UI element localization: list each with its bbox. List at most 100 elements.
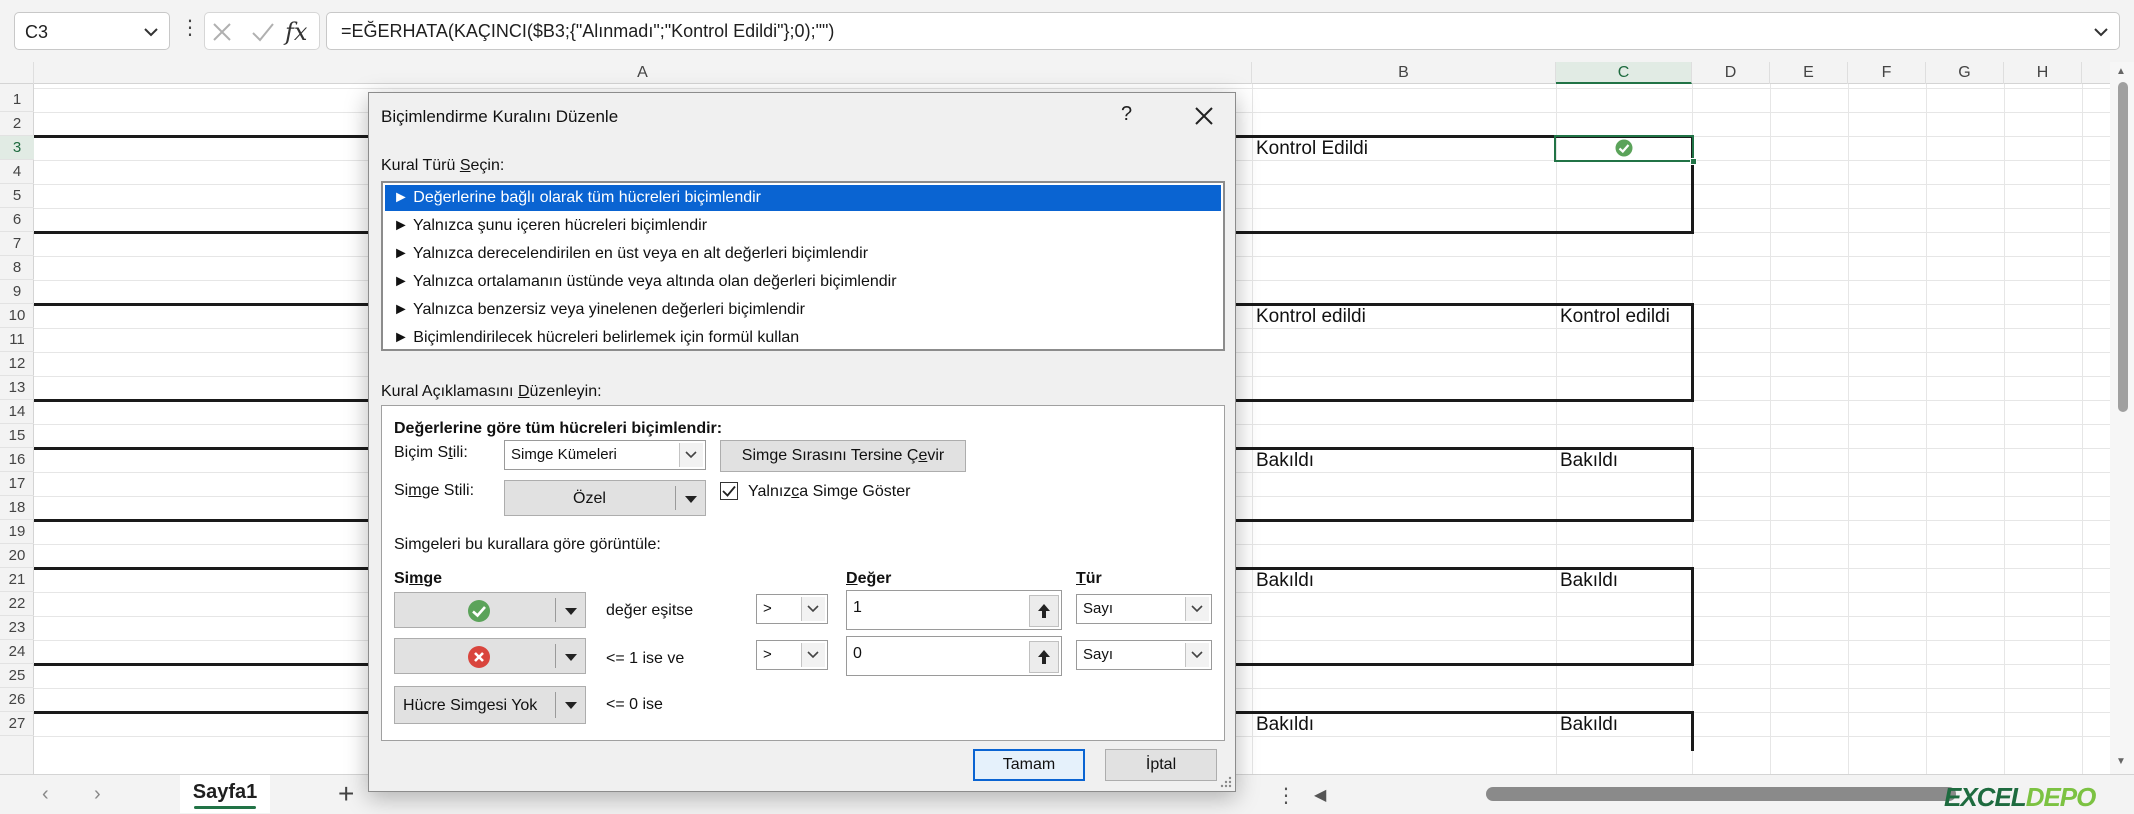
rule-type-item-unique-duplicate[interactable]: ► Yalnızca benzersiz veya yinelenen değe… <box>385 297 1221 323</box>
rule-type-item-values[interactable]: ► Değerlerine bağlı olarak tüm hücreleri… <box>385 185 1221 211</box>
row-header[interactable]: 9 <box>0 280 34 304</box>
dropdown-arrow-icon[interactable] <box>565 702 577 710</box>
ok-button[interactable]: Tamam <box>973 749 1085 781</box>
cell-c27[interactable]: Bakıldı <box>1560 714 1618 736</box>
column-header-g[interactable]: G <box>1926 62 2004 84</box>
column-header-f[interactable]: F <box>1848 62 1926 84</box>
rule-type-item-top-bottom[interactable]: ► Yalnızca derecelendirilen en üst veya … <box>385 241 1221 267</box>
column-header-h[interactable]: H <box>2004 62 2082 84</box>
cell-b3[interactable]: Kontrol Edildi <box>1256 138 1368 160</box>
close-icon[interactable] <box>1191 103 1217 129</box>
dropdown-arrow-icon[interactable] <box>685 496 697 504</box>
row-header[interactable]: 17 <box>0 472 34 496</box>
rule-1-type-dropdown[interactable]: Sayı <box>1076 594 1212 624</box>
row-header[interactable]: 4 <box>0 160 34 184</box>
horizontal-scroll-thumb[interactable] <box>1486 787 1956 801</box>
column-header-a[interactable]: A <box>34 62 1252 84</box>
cell-c21[interactable]: Bakıldı <box>1560 570 1618 592</box>
rule-2-type-dropdown[interactable]: Sayı <box>1076 640 1212 670</box>
row-header[interactable]: 2 <box>0 112 34 136</box>
scroll-left-icon[interactable]: ◀ <box>1314 785 1326 805</box>
scroll-up-icon[interactable]: ▲ <box>2116 66 2126 77</box>
dropdown-arrow[interactable] <box>1185 643 1209 667</box>
dropdown-arrow[interactable] <box>679 443 703 467</box>
rule-1-operator-dropdown[interactable]: > <box>756 594 828 624</box>
column-header-c[interactable]: C <box>1556 62 1692 84</box>
next-sheet-icon[interactable]: › <box>94 783 101 806</box>
rule-type-item-average[interactable]: ► Yalnızca ortalamanın üstünde veya altı… <box>385 269 1221 295</box>
row-header[interactable]: 23 <box>0 616 34 640</box>
column-header-b[interactable]: B <box>1252 62 1556 84</box>
dropdown-arrow-icon[interactable] <box>565 608 577 616</box>
vertical-scroll-thumb[interactable] <box>2118 82 2128 412</box>
rule-type-item-formula[interactable]: ► Biçimlendirilecek hücreleri belirlemek… <box>385 325 1221 351</box>
cancel-entry-icon[interactable] <box>211 21 233 43</box>
row-header[interactable]: 1 <box>0 88 34 112</box>
chevron-down-icon[interactable] <box>143 25 159 39</box>
rule-1-range-picker[interactable] <box>1029 595 1059 627</box>
column-header-d[interactable]: D <box>1692 62 1770 84</box>
rule-2-range-picker[interactable] <box>1029 641 1059 673</box>
icon-style-dropdown[interactable]: Özel <box>504 480 706 516</box>
row-header[interactable]: 22 <box>0 592 34 616</box>
cell-b10[interactable]: Kontrol edildi <box>1256 306 1366 328</box>
dropdown-arrow[interactable] <box>801 643 825 667</box>
dropdown-arrow[interactable] <box>801 597 825 621</box>
row-header[interactable]: 18 <box>0 496 34 520</box>
row-header[interactable]: 26 <box>0 688 34 712</box>
row-header[interactable]: 25 <box>0 664 34 688</box>
cancel-button[interactable]: İptal <box>1105 749 1217 781</box>
prev-sheet-icon[interactable]: ‹ <box>42 783 49 806</box>
row-header-selected[interactable]: 3 <box>0 136 34 160</box>
rule-type-item-contains[interactable]: ► Yalnızca şunu içeren hücreleri biçimle… <box>385 213 1221 239</box>
cell-c10[interactable]: Kontrol edildi <box>1560 306 1670 328</box>
row-header[interactable]: 5 <box>0 184 34 208</box>
cell-b27[interactable]: Bakıldı <box>1256 714 1314 736</box>
rule-2-icon-dropdown[interactable] <box>394 638 586 674</box>
row-header[interactable]: 11 <box>0 328 34 352</box>
cell-b21[interactable]: Bakıldı <box>1256 570 1314 592</box>
row-header[interactable]: 20 <box>0 544 34 568</box>
row-header[interactable]: 15 <box>0 424 34 448</box>
select-all-corner[interactable] <box>0 62 34 84</box>
more-options-icon[interactable]: ⋮ <box>180 18 200 38</box>
row-header[interactable]: 6 <box>0 208 34 232</box>
cell-c16[interactable]: Bakıldı <box>1560 450 1618 472</box>
show-icon-only-checkbox[interactable] <box>720 482 738 500</box>
rule-type-list[interactable]: ► Değerlerine bağlı olarak tüm hücreleri… <box>381 181 1225 351</box>
rule-2-value-input[interactable]: 0 <box>846 636 1062 676</box>
row-header[interactable]: 7 <box>0 232 34 256</box>
expand-formula-icon[interactable] <box>2093 25 2109 39</box>
rule-1-icon-dropdown[interactable] <box>394 592 586 628</box>
rule-1-value-input[interactable]: 1 <box>846 590 1062 630</box>
reverse-icon-order-button[interactable]: Simge Sırasını Tersine Çevir <box>720 440 966 472</box>
row-header[interactable]: 21 <box>0 568 34 592</box>
name-box[interactable]: C3 <box>14 12 170 50</box>
fill-handle[interactable] <box>1690 158 1697 165</box>
vertical-scrollbar[interactable]: ▲ ▼ <box>2110 62 2134 774</box>
tab-split-handle-icon[interactable]: ⋮ <box>1276 783 1296 808</box>
insert-function-button[interactable]: fx <box>285 18 307 46</box>
scroll-down-icon[interactable]: ▼ <box>2116 756 2126 767</box>
column-header-e[interactable]: E <box>1770 62 1848 84</box>
resize-grip-icon[interactable] <box>1220 776 1232 788</box>
row-header[interactable]: 8 <box>0 256 34 280</box>
row-header[interactable]: 12 <box>0 352 34 376</box>
row-header[interactable]: 27 <box>0 712 34 736</box>
format-style-dropdown[interactable]: Simge Kümeleri <box>504 440 706 470</box>
help-button[interactable]: ? <box>1121 103 1132 126</box>
rule-2-operator-dropdown[interactable]: > <box>756 640 828 670</box>
cell-b16[interactable]: Bakıldı <box>1256 450 1314 472</box>
rule-3-icon-dropdown[interactable]: Hücre Simgesi Yok <box>394 686 586 724</box>
formula-input[interactable]: =EĞERHATA(KAÇINCI($B3;{"Alınmadı";"Kontr… <box>326 12 2120 50</box>
row-header[interactable]: 16 <box>0 448 34 472</box>
confirm-entry-icon[interactable] <box>251 21 275 43</box>
sheet-tab-active[interactable]: Sayfa1 <box>180 775 270 813</box>
row-header[interactable]: 24 <box>0 640 34 664</box>
row-header[interactable]: 10 <box>0 304 34 328</box>
dropdown-arrow-icon[interactable] <box>565 654 577 662</box>
row-header[interactable]: 14 <box>0 400 34 424</box>
add-sheet-icon[interactable]: + <box>338 778 354 810</box>
row-header[interactable]: 13 <box>0 376 34 400</box>
dropdown-arrow[interactable] <box>1185 597 1209 621</box>
